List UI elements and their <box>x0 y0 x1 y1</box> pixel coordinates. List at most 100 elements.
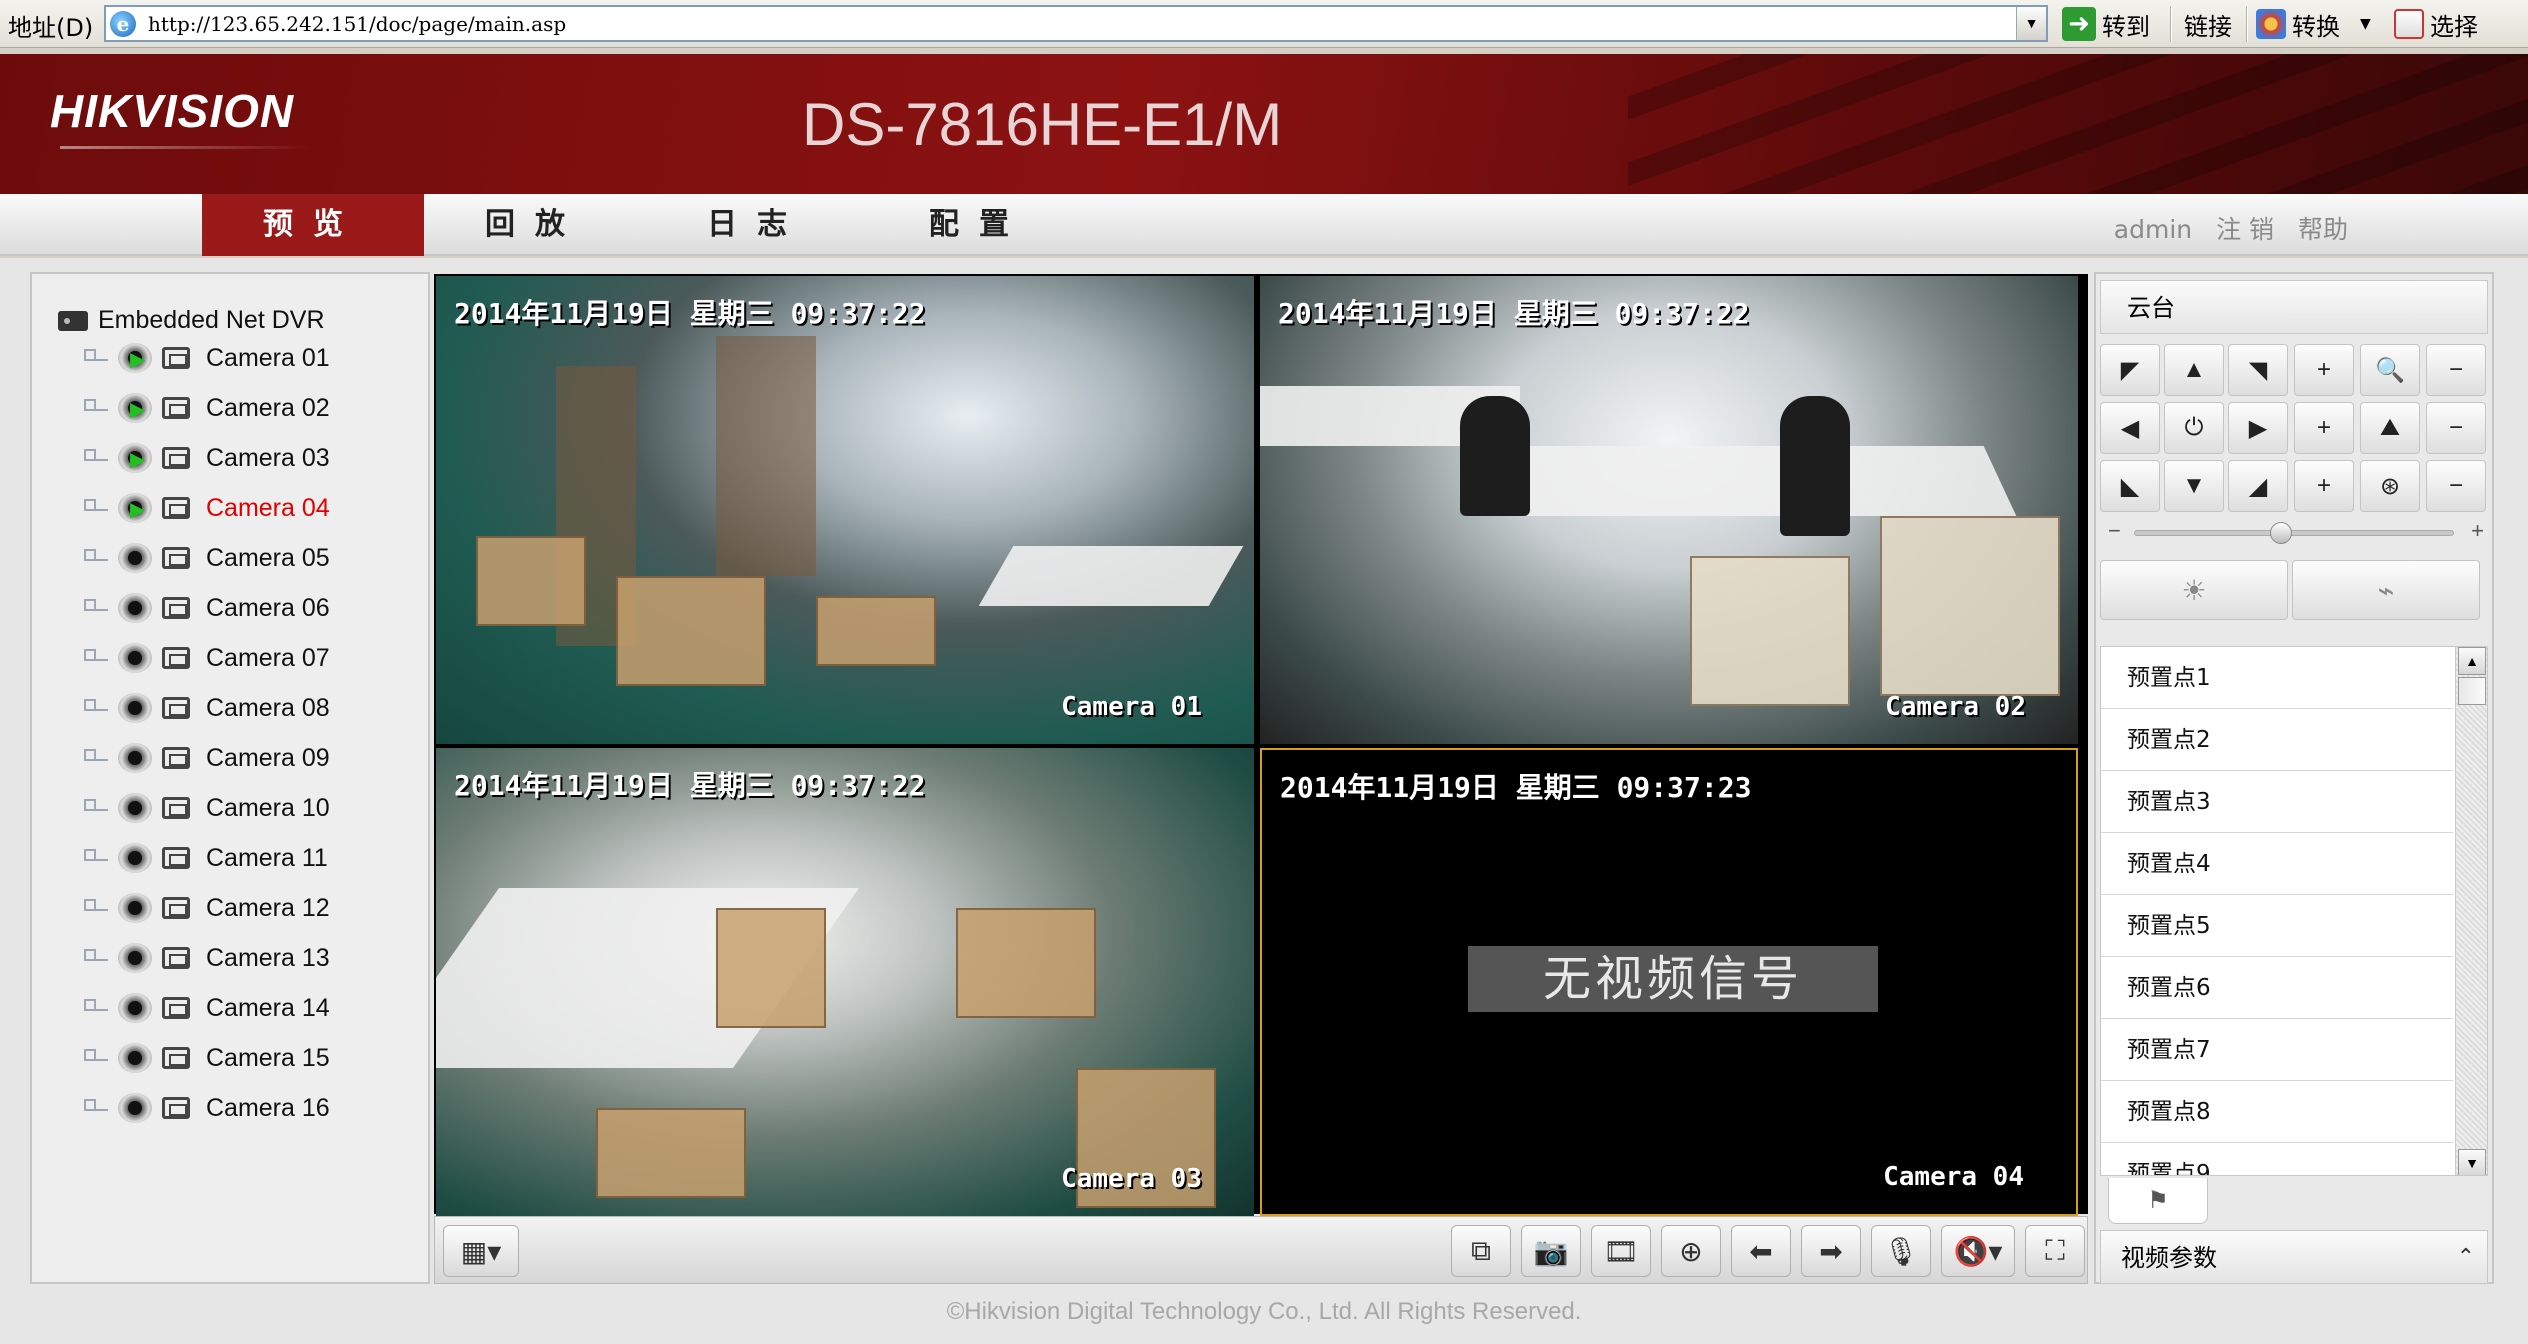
ptz-down-right-button[interactable]: ◢ <box>2228 460 2288 512</box>
tab-preview[interactable]: 预览 <box>202 194 424 256</box>
record-icon[interactable] <box>162 797 190 819</box>
camera-icon[interactable] <box>118 993 152 1023</box>
url-input[interactable]: e http://123.65.242.151/doc/page/main.as… <box>104 5 2048 42</box>
zoom-label-button[interactable]: 🔍 <box>2360 344 2420 396</box>
zoom-button[interactable]: ⊕ <box>1661 1225 1721 1277</box>
camera-item[interactable]: Camera 10 <box>82 788 330 828</box>
camera-icon[interactable] <box>118 793 152 823</box>
camera-playing-icon[interactable] <box>118 493 152 523</box>
record-icon[interactable] <box>162 547 190 569</box>
zoom-out-button[interactable]: − <box>2426 344 2486 396</box>
record-icon[interactable] <box>162 947 190 969</box>
camera-item[interactable]: Camera 14 <box>82 988 330 1028</box>
chevron-up-icon[interactable]: ⌃ <box>2457 1231 2475 1285</box>
preset-item[interactable]: 预置点8 <box>2101 1081 2453 1143</box>
record-icon[interactable] <box>162 697 190 719</box>
stop-all-button[interactable]: ⧉ <box>1451 1225 1511 1277</box>
camera-item[interactable]: Camera 13 <box>82 938 330 978</box>
camera-icon[interactable] <box>118 643 152 673</box>
ptz-right-button[interactable]: ▶ <box>2228 402 2288 454</box>
camera-item[interactable]: Camera 11 <box>82 838 328 878</box>
ptz-title[interactable]: 云台 <box>2100 280 2488 334</box>
camera-item[interactable]: Camera 02 <box>82 388 330 428</box>
record-icon[interactable] <box>162 647 190 669</box>
preset-item[interactable]: 预置点4 <box>2101 833 2453 895</box>
links-button[interactable]: 链接 <box>2184 4 2232 44</box>
video-grid[interactable]: 2014年11月19日 星期三 09:37:22 Camera 01 2014年… <box>434 274 2088 1216</box>
snapshot-button[interactable]: 📷 <box>1521 1225 1581 1277</box>
camera-icon[interactable] <box>118 743 152 773</box>
select-button[interactable]: 选择 <box>2394 4 2478 44</box>
record-icon[interactable] <box>162 747 190 769</box>
light-button[interactable]: ☀ <box>2100 560 2288 620</box>
camera-item[interactable]: Camera 08 <box>82 688 330 728</box>
camera-item[interactable]: Camera 07 <box>82 638 330 678</box>
call-preset-button[interactable]: ⚑ <box>2108 1178 2208 1224</box>
ptz-left-button[interactable]: ◀ <box>2100 402 2160 454</box>
record-icon[interactable] <box>162 897 190 919</box>
camera-playing-icon[interactable] <box>118 343 152 373</box>
camera-icon[interactable] <box>118 543 152 573</box>
slider-track[interactable] <box>2134 530 2454 536</box>
record-icon[interactable] <box>162 847 190 869</box>
camera-item[interactable]: Camera 05 <box>82 538 330 578</box>
convert-button[interactable]: 转换 ▼ <box>2256 4 2371 44</box>
camera-item[interactable]: Camera 16 <box>82 1088 330 1128</box>
record-icon[interactable] <box>162 1097 190 1119</box>
preset-item[interactable]: 预置点1 <box>2101 647 2453 709</box>
record-icon[interactable] <box>162 347 190 369</box>
ptz-down-left-button[interactable]: ◣ <box>2100 460 2160 512</box>
record-icon[interactable] <box>162 597 190 619</box>
go-button[interactable]: ➜ 转到 <box>2062 4 2150 44</box>
camera-icon[interactable] <box>118 943 152 973</box>
url-text[interactable]: http://123.65.242.151/doc/page/main.asp <box>148 12 566 36</box>
preset-item[interactable]: 预置点5 <box>2101 895 2453 957</box>
ptz-up-right-button[interactable]: ◥ <box>2228 344 2288 396</box>
preset-item[interactable]: 预置点7 <box>2101 1019 2453 1081</box>
fullscreen-button[interactable]: ⛶ <box>2025 1225 2085 1277</box>
ptz-auto-button[interactable]: ⏻ <box>2164 402 2224 454</box>
camera-item[interactable]: Camera 06 <box>82 588 330 628</box>
iris-label-button[interactable]: ⊛ <box>2360 460 2420 512</box>
logout-link[interactable]: 注 销 <box>2216 215 2274 244</box>
record-button[interactable]: 🎞 <box>1591 1225 1651 1277</box>
scroll-up-button[interactable]: ▲ <box>2458 647 2486 675</box>
focus-out-button[interactable]: − <box>2426 402 2486 454</box>
ptz-up-left-button[interactable]: ◤ <box>2100 344 2160 396</box>
ptz-up-button[interactable]: ▲ <box>2164 344 2224 396</box>
camera-item[interactable]: Camera 09 <box>82 738 330 778</box>
record-icon[interactable] <box>162 447 190 469</box>
camera-icon[interactable] <box>118 893 152 923</box>
scroll-down-button[interactable]: ▼ <box>2458 1149 2486 1175</box>
camera-playing-icon[interactable] <box>118 393 152 423</box>
chevron-down-icon[interactable]: ▼ <box>2360 16 2371 32</box>
video-params-header[interactable]: 视频参数 ⌃ <box>2100 1230 2488 1284</box>
wiper-button[interactable]: ⌁ <box>2292 560 2480 620</box>
zoom-in-button[interactable]: + <box>2294 344 2354 396</box>
camera-icon[interactable] <box>118 843 152 873</box>
iris-close-button[interactable]: − <box>2426 460 2486 512</box>
prev-page-button[interactable]: ⬅ <box>1731 1225 1791 1277</box>
layout-grid-button[interactable]: ▦▾ <box>443 1225 519 1277</box>
tab-config[interactable]: 配置 <box>868 194 1090 256</box>
camera-item[interactable]: Camera 15 <box>82 1038 330 1078</box>
camera-item[interactable]: Camera 04 <box>82 488 330 528</box>
tab-log[interactable]: 日志 <box>646 194 868 256</box>
video-tile-3[interactable]: 2014年11月19日 星期三 09:37:22 Camera 03 <box>436 748 1254 1216</box>
slider-handle[interactable] <box>2270 522 2293 544</box>
camera-playing-icon[interactable] <box>118 443 152 473</box>
camera-item[interactable]: Camera 03 <box>82 438 330 478</box>
scroll-thumb[interactable] <box>2458 677 2486 705</box>
record-icon[interactable] <box>162 397 190 419</box>
record-icon[interactable] <box>162 497 190 519</box>
video-tile-4[interactable]: 2014年11月19日 星期三 09:37:23 无视频信号 Camera 04 <box>1260 748 2078 1216</box>
camera-icon[interactable] <box>118 1093 152 1123</box>
preset-item[interactable]: 预置点6 <box>2101 957 2453 1019</box>
preset-item[interactable]: 预置点3 <box>2101 771 2453 833</box>
iris-open-button[interactable]: + <box>2294 460 2354 512</box>
focus-in-button[interactable]: + <box>2294 402 2354 454</box>
record-icon[interactable] <box>162 997 190 1019</box>
preset-scrollbar[interactable]: ▲ ▼ <box>2455 647 2487 1175</box>
camera-item[interactable]: Camera 01 <box>82 338 330 378</box>
help-link[interactable]: 帮助 <box>2298 215 2348 244</box>
